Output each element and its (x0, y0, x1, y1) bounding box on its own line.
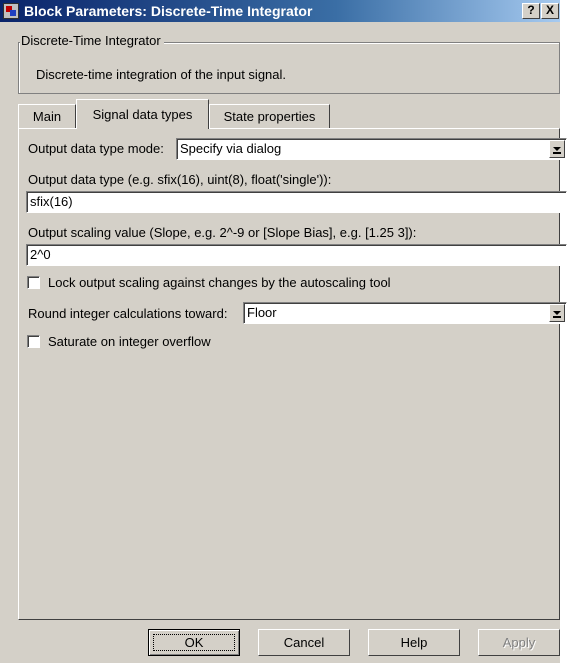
apply-label: Apply (502, 635, 536, 650)
block-description: Discrete-time integration of the input s… (36, 67, 287, 82)
close-button[interactable]: X (541, 3, 559, 19)
round-select[interactable]: Floor (243, 302, 567, 324)
tab-signal-data-types[interactable]: Signal data types (76, 99, 209, 129)
round-dropdown-icon[interactable] (549, 304, 565, 322)
scaling-label: Output scaling value (Slope, e.g. 2^-9 o… (28, 225, 417, 240)
dialog-window: Block Parameters: Discrete-Time Integrat… (0, 0, 567, 663)
output-mode-value: Specify via dialog (180, 141, 282, 156)
saturate-label: Saturate on integer overflow (48, 334, 211, 349)
focus-rect (153, 634, 235, 651)
tab-state-properties[interactable]: State properties (209, 104, 330, 128)
round-label: Round integer calculations toward: (28, 306, 228, 321)
group-title: Discrete-Time Integrator (20, 33, 164, 48)
output-type-label: Output data type (e.g. sfix(16), uint(8)… (28, 172, 332, 187)
lock-scaling-label: Lock output scaling against changes by t… (48, 275, 391, 290)
help-button[interactable]: Help (368, 629, 460, 656)
output-type-value: sfix(16) (30, 194, 73, 209)
output-mode-select[interactable]: Specify via dialog (176, 138, 567, 160)
lock-scaling-checkbox[interactable] (27, 276, 40, 289)
output-mode-dropdown-icon[interactable] (549, 140, 565, 158)
scaling-input[interactable]: 2^0 (26, 244, 567, 266)
help-title-button[interactable]: ? (522, 3, 540, 19)
window-title: Block Parameters: Discrete-Time Integrat… (24, 3, 313, 19)
help-label: Help (400, 635, 428, 650)
cancel-button[interactable]: Cancel (258, 629, 350, 656)
saturate-checkbox[interactable] (27, 335, 40, 348)
round-value: Floor (247, 305, 277, 320)
title-bar[interactable]: Block Parameters: Discrete-Time Integrat… (0, 0, 560, 22)
simulink-block-icon (3, 3, 19, 19)
scaling-value: 2^0 (30, 247, 51, 262)
ok-button[interactable]: OK (148, 629, 240, 656)
output-mode-label: Output data type mode: (28, 141, 164, 156)
tab-main[interactable]: Main (18, 104, 76, 128)
output-type-input[interactable]: sfix(16) (26, 191, 567, 213)
apply-button[interactable]: Apply (478, 629, 560, 656)
cancel-label: Cancel (283, 635, 325, 650)
